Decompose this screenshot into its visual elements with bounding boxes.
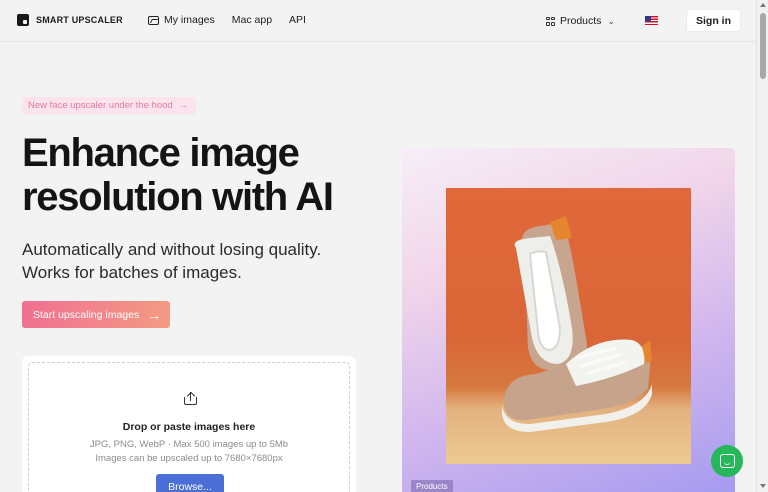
logo-text: SMART UPSCALER [36,15,123,25]
sign-in-button[interactable]: Sign in [687,10,740,31]
main-nav: My images Mac app API [148,14,306,26]
chat-icon [719,454,735,468]
dropzone-title: Drop or paste images here [122,421,256,433]
nav-api-label: API [289,14,306,26]
scroll-up-arrow-icon[interactable] [760,3,766,7]
top-navigation: SMART UPSCALER My images Mac app API Pro… [0,0,756,41]
chat-button[interactable] [711,445,743,477]
badge-label: New face upscaler under the hood [28,100,173,111]
browse-button[interactable]: Browse... [156,474,224,492]
page-title: Enhance image resolution with AI [22,131,382,219]
showcase-panel: Products [402,148,735,492]
announcement-badge[interactable]: New face upscaler under the hood → [22,97,197,114]
scroll-down-arrow-icon[interactable] [760,484,766,488]
chevron-down-icon: ⌄ [607,15,615,26]
grid-icon [546,16,555,26]
nav-mac-app-label: Mac app [231,14,273,26]
logo[interactable]: SMART UPSCALER [17,14,123,26]
arrow-right-icon: → [178,100,189,111]
upload-card: Drop or paste images here JPG, PNG, WebP… [22,356,356,492]
arrow-right-icon: → [147,306,162,323]
page-scrollbar[interactable] [756,0,768,492]
title-line-2: resolution with AI [22,175,334,219]
sneaker-illustration [501,216,652,432]
hero-subtitle: Automatically and without losing quality… [22,238,362,284]
products-label: Products [560,15,602,27]
showcase-tag[interactable]: Products [411,480,453,492]
products-dropdown[interactable]: Products ⌄ [546,15,615,27]
title-line-1: Enhance image [22,131,300,175]
subtitle-line-2: Works for batches of images. [22,263,242,282]
cta-label: Start upscaling images [33,308,140,321]
nav-mac-app[interactable]: Mac app [232,14,272,26]
subtitle-line-1: Automatically and without losing quality… [22,240,322,259]
nav-my-images[interactable]: My images [148,14,215,26]
header-divider [0,41,756,42]
dropzone-formats: JPG, PNG, WebP · Max 500 images up to 5M… [89,439,289,450]
sneaker-photo [446,188,691,464]
dropzone-resolution: Images can be upscaled up to 7680×7680px [95,453,283,464]
scrollbar-thumb[interactable] [760,13,766,79]
start-upscaling-button[interactable]: Start upscaling images → [22,301,170,328]
logo-mark-icon [17,14,29,26]
us-flag-icon[interactable] [645,16,658,25]
nav-api[interactable]: API [289,14,306,26]
upload-icon [184,391,197,405]
nav-my-images-label: My images [164,14,215,26]
image-dropzone[interactable]: Drop or paste images here JPG, PNG, WebP… [28,362,350,492]
image-icon [148,15,159,25]
